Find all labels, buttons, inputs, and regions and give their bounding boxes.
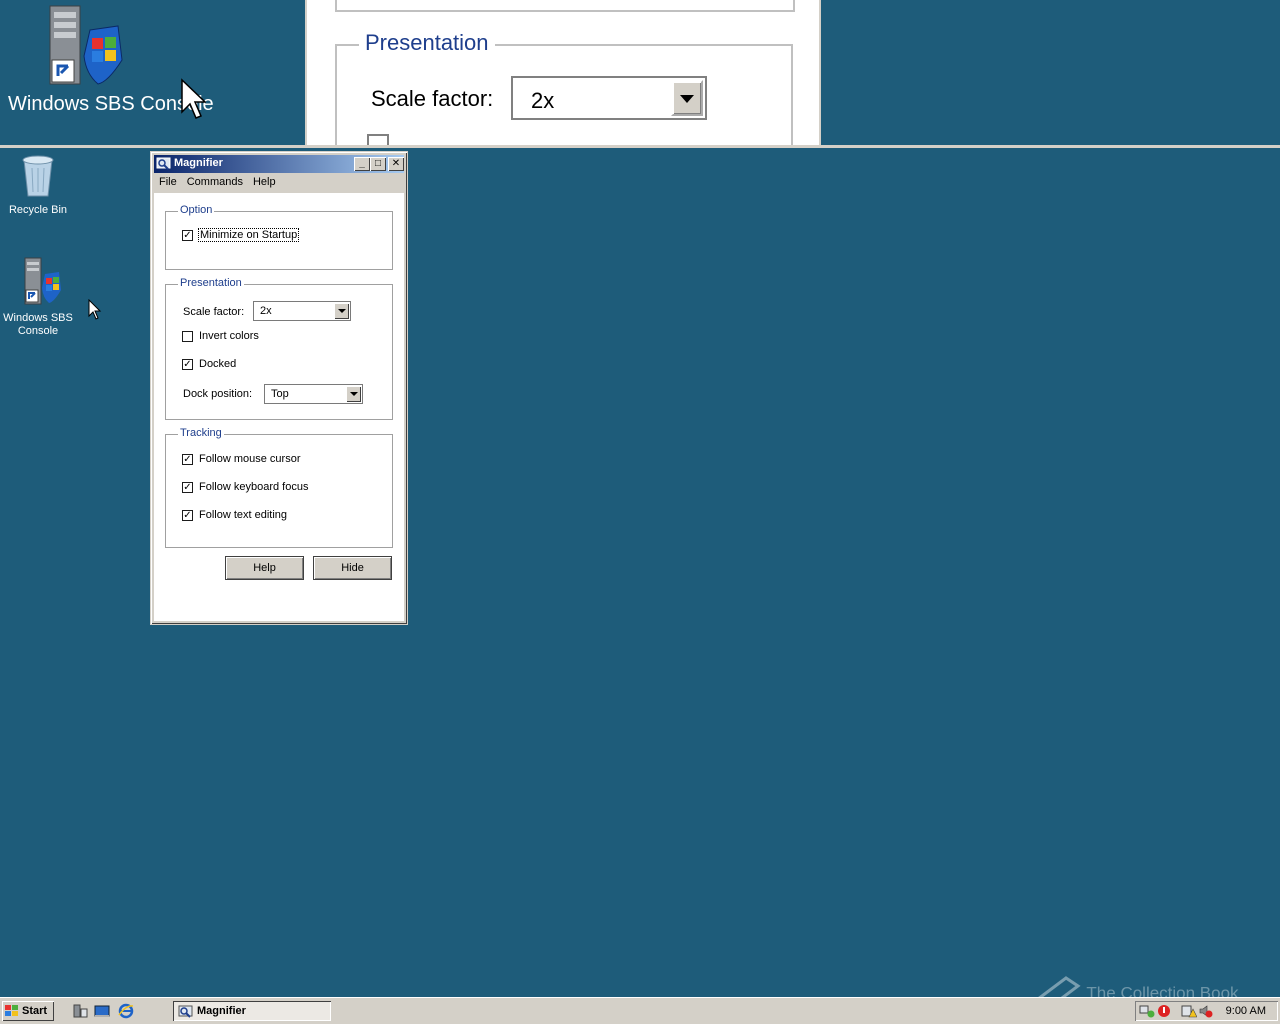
desktop-icon-sbs-console[interactable]: Windows SBS Console (0, 256, 76, 338)
security-warning-icon[interactable] (1181, 1004, 1197, 1018)
desktop-icon-label: Recycle Bin (8, 204, 68, 216)
checkmark-icon: ✓ (183, 230, 192, 241)
taskbar-item-magnifier[interactable]: Magnifier (173, 1001, 331, 1021)
tracking-group-title: Tracking (178, 427, 224, 439)
magnified-scale-select: 2x (511, 76, 707, 120)
title-bar[interactable]: Magnifier _ □ ✕ (154, 155, 404, 173)
system-tray: 9:00 AM (1135, 1001, 1278, 1021)
desktop-icon-label: Windows SBS Console (3, 312, 73, 337)
start-button[interactable]: Start (2, 1001, 54, 1021)
close-button[interactable]: ✕ (388, 157, 404, 171)
desktop-icon-recycle-bin[interactable]: Recycle Bin (0, 152, 76, 217)
windows-logo-icon (5, 1005, 18, 1016)
magnifier-window: Magnifier _ □ ✕ File Commands Help Option … (150, 151, 408, 625)
presentation-group-title: Presentation (178, 277, 244, 289)
magnified-dropdown-arrow-icon (671, 80, 703, 116)
taskbar-item-label: Magnifier (197, 1005, 246, 1017)
volume-muted-icon[interactable] (1199, 1004, 1213, 1018)
dock-position-label: Dock position: (183, 388, 253, 400)
minimize-button[interactable]: _ (354, 157, 370, 171)
clock[interactable]: 9:00 AM (1226, 1005, 1266, 1017)
magnifier-docked-view: Windows SBS Console Presentation Scale f… (0, 0, 1280, 148)
menu-bar: File Commands Help (154, 174, 281, 192)
window-title: Magnifier (174, 157, 223, 169)
minimize-icon: _ (359, 158, 365, 169)
magnified-panel: Presentation Scale factor: 2x (305, 0, 821, 145)
close-icon: ✕ (391, 158, 401, 169)
menu-file[interactable]: File (154, 174, 182, 190)
mouse-cursor-icon (88, 299, 102, 320)
scale-factor-select[interactable]: 2x (253, 301, 351, 321)
minimize-on-startup-label[interactable]: Minimize on Startup (197, 228, 300, 242)
server-shield-icon (49, 5, 123, 85)
magnified-group-edge (335, 0, 795, 12)
follow-mouse-label[interactable]: Follow mouse cursor (199, 453, 300, 465)
checkmark-icon: ✓ (183, 454, 192, 465)
magnifier-app-icon (156, 157, 171, 170)
checkmark-icon: ✓ (183, 359, 192, 370)
recycle-bin-icon (22, 155, 54, 197)
magnified-cursor-icon (181, 78, 206, 119)
chevron-down-icon[interactable] (334, 303, 349, 319)
menu-help[interactable]: Help (248, 174, 281, 190)
magnified-checkbox (367, 134, 389, 145)
help-button[interactable]: Help (225, 556, 304, 580)
dock-position-value: Top (271, 388, 289, 400)
scale-factor-label: Scale factor: (183, 306, 245, 318)
magnified-group-title: Presentation (359, 30, 495, 56)
docked-checkbox[interactable]: ✓ (182, 359, 193, 370)
maximize-icon: □ (374, 158, 382, 169)
server-manager-icon[interactable] (72, 1003, 88, 1019)
magnified-scale-value: 2x (531, 88, 555, 113)
checkmark-icon: ✓ (183, 510, 192, 521)
follow-mouse-checkbox[interactable]: ✓ (182, 454, 193, 465)
minimize-on-startup-checkbox[interactable]: ✓ (182, 230, 193, 241)
taskbar: Start Magnifier 9:00 AM (0, 997, 1280, 1024)
invert-colors-checkbox[interactable] (182, 331, 193, 342)
start-label: Start (22, 1005, 48, 1017)
maximize-button[interactable]: □ (370, 157, 386, 171)
option-group-title: Option (178, 204, 215, 216)
follow-keyboard-checkbox[interactable]: ✓ (182, 482, 193, 493)
hide-button[interactable]: Hide (313, 556, 392, 580)
alert-icon[interactable] (1157, 1004, 1171, 1018)
follow-keyboard-label[interactable]: Follow keyboard focus (199, 481, 308, 493)
window-client-area: Option ✓ Minimize on Startup Presentatio… (154, 193, 404, 621)
invert-colors-label[interactable]: Invert colors (199, 330, 259, 342)
dock-position-select[interactable]: Top (264, 384, 363, 404)
magnified-scale-label: Scale factor: (371, 86, 494, 111)
server-shield-icon (24, 257, 61, 305)
show-desktop-icon[interactable] (94, 1003, 110, 1019)
follow-text-checkbox[interactable]: ✓ (182, 510, 193, 521)
menu-commands[interactable]: Commands (182, 174, 248, 190)
internet-explorer-icon[interactable] (118, 1003, 134, 1019)
magnifier-app-icon (178, 1005, 193, 1018)
network-icon[interactable] (1139, 1004, 1155, 1018)
checkmark-icon: ✓ (183, 482, 192, 493)
magnified-desktop-icon: Windows SBS Console (8, 4, 214, 115)
scale-factor-value: 2x (260, 305, 272, 317)
chevron-down-icon[interactable] (346, 386, 361, 402)
follow-text-label[interactable]: Follow text editing (199, 509, 287, 521)
docked-label[interactable]: Docked (199, 358, 236, 370)
